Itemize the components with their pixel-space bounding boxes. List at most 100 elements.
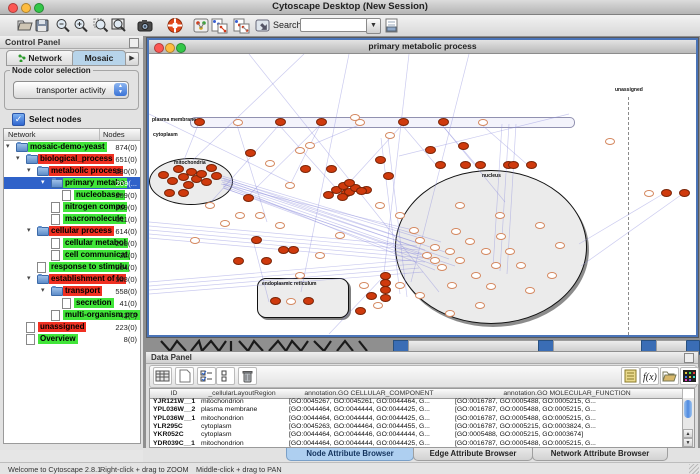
resize-grip[interactable] xyxy=(689,464,699,474)
tree-row[interactable]: macromolecule311(0) xyxy=(4,213,140,225)
network-node[interactable] xyxy=(422,252,432,259)
network-node[interactable] xyxy=(315,252,325,259)
network-node[interactable] xyxy=(285,182,295,189)
network-node[interactable] xyxy=(286,298,296,305)
network-node[interactable] xyxy=(447,282,457,289)
network-node-selected[interactable] xyxy=(201,178,212,186)
network-node[interactable] xyxy=(455,202,465,209)
network-node-selected[interactable] xyxy=(661,189,672,197)
network-node[interactable] xyxy=(486,283,496,290)
network-node[interactable] xyxy=(305,142,315,149)
network-node[interactable] xyxy=(409,227,419,234)
network-node[interactable] xyxy=(233,119,243,126)
network-canvas[interactable]: plasma membrane cytoplasm mitochondria n… xyxy=(149,54,696,335)
tree-row[interactable]: multi-organism pro42(0) xyxy=(4,309,140,321)
tree-row[interactable]: ▾primary metabo209(... xyxy=(4,177,140,189)
network-node-selected[interactable] xyxy=(380,294,391,302)
expand-triangle-icon[interactable]: ▾ xyxy=(6,142,10,150)
unselect-attributes-button[interactable] xyxy=(216,367,235,385)
attribute-table-button[interactable] xyxy=(153,367,172,385)
table-row[interactable]: YPL036W__2plasma membrane[GO:0044464, GO… xyxy=(150,406,682,414)
delete-attribute-button[interactable] xyxy=(238,367,257,385)
network-node[interactable] xyxy=(295,147,305,154)
network-node[interactable] xyxy=(359,282,369,289)
tree-row[interactable]: ▾mosaic-demo-yeast874(0) xyxy=(4,141,140,153)
network-node-selected[interactable] xyxy=(508,161,519,169)
network-node-selected[interactable] xyxy=(288,246,299,254)
network-node[interactable] xyxy=(516,262,526,269)
network-node[interactable] xyxy=(235,212,245,219)
expand-triangle-icon[interactable]: ▾ xyxy=(16,154,20,162)
tree-row[interactable]: unassigned223(0) xyxy=(4,321,140,333)
network-node[interactable] xyxy=(437,264,447,271)
new-attribute-button[interactable] xyxy=(175,367,194,385)
network-node[interactable] xyxy=(205,202,215,209)
network-node[interactable] xyxy=(335,232,345,239)
tree-row[interactable]: ▾establishment of lo558(0) xyxy=(4,273,140,285)
network-node-selected[interactable] xyxy=(300,165,311,173)
network-node[interactable] xyxy=(430,257,440,264)
tree-row[interactable]: Overview8(0) xyxy=(4,333,140,345)
network-node[interactable] xyxy=(471,272,481,279)
network-node-selected[interactable] xyxy=(383,172,394,180)
network-node[interactable] xyxy=(495,212,505,219)
attribute-matrix-button[interactable] xyxy=(680,367,699,385)
network-node-selected[interactable] xyxy=(458,142,469,150)
table-row[interactable]: YPL036W__1mitochondrion[GO:0044464, GO:0… xyxy=(150,415,682,423)
network-node[interactable] xyxy=(465,238,475,245)
network-node[interactable] xyxy=(455,257,465,264)
table-scrollbar[interactable]: ▲ ▼ xyxy=(682,398,694,447)
tree-row[interactable]: nucleobase-209(0) xyxy=(4,189,140,201)
snapshot-button[interactable] xyxy=(134,16,156,35)
search-dropdown-button[interactable]: ▼ xyxy=(366,18,381,34)
network-node[interactable] xyxy=(644,190,654,197)
network-node[interactable] xyxy=(415,292,425,299)
table-row[interactable]: YLR295Ccytoplasm[GO:0045263, GO:0044464,… xyxy=(150,423,682,431)
scroll-down-button[interactable]: ▼ xyxy=(683,438,693,447)
network-node-selected[interactable] xyxy=(275,118,286,126)
vizmapper-button[interactable] xyxy=(208,16,230,35)
network-node-selected[interactable] xyxy=(380,286,391,294)
tree-row[interactable]: ▾cellular process614(0) xyxy=(4,225,140,237)
expand-triangle-icon[interactable]: ▾ xyxy=(27,166,31,174)
scrollbar-thumb[interactable] xyxy=(684,400,692,418)
network-node[interactable] xyxy=(505,248,515,255)
network-node[interactable] xyxy=(547,272,557,279)
table-row[interactable]: YDR039C__1mitochondrion[GO:0044464, GO:0… xyxy=(150,440,682,448)
float-panel-icon[interactable] xyxy=(129,38,139,48)
network-node-selected[interactable] xyxy=(196,170,207,178)
network-node-selected[interactable] xyxy=(270,297,281,305)
network-node[interactable] xyxy=(445,248,455,255)
network-node[interactable] xyxy=(373,302,383,309)
select-attributes-button[interactable] xyxy=(197,367,216,385)
network-node-selected[interactable] xyxy=(366,292,377,300)
tab-mosaic[interactable]: Mosaic xyxy=(72,50,126,66)
expand-triangle-icon[interactable]: ▾ xyxy=(41,286,45,294)
tree-row[interactable]: ▾metabolic process280(0) xyxy=(4,165,140,177)
network-node[interactable] xyxy=(415,237,425,244)
tab-node-attribute-browser[interactable]: Node Attribute Browser xyxy=(286,448,414,461)
annotation-button[interactable] xyxy=(381,16,403,35)
network-node-selected[interactable] xyxy=(435,161,446,169)
tab-network[interactable]: Network xyxy=(6,50,74,66)
network-node[interactable] xyxy=(190,237,200,244)
network-node[interactable] xyxy=(481,248,491,255)
network-node[interactable] xyxy=(295,272,305,279)
node-color-dropdown[interactable]: transporter activity ▲▼ xyxy=(13,81,129,99)
tab-overflow-button[interactable]: ▶ xyxy=(125,52,139,66)
help-button[interactable] xyxy=(164,16,186,35)
network-node-selected[interactable] xyxy=(344,179,355,187)
network-node-selected[interactable] xyxy=(375,156,386,164)
network-node-selected[interactable] xyxy=(173,165,184,173)
table-row[interactable]: YKR052Ccytoplasm[GO:0044464, GO:0044446,… xyxy=(150,431,682,439)
network-node[interactable] xyxy=(430,244,440,251)
tree-row[interactable]: nitrogen compo209(0) xyxy=(4,201,140,213)
network-node-selected[interactable] xyxy=(526,161,537,169)
network-node[interactable] xyxy=(451,228,461,235)
network-node-selected[interactable] xyxy=(475,161,486,169)
network-node-selected[interactable] xyxy=(355,307,366,315)
network-node-selected[interactable] xyxy=(261,257,272,265)
network-node-selected[interactable] xyxy=(167,177,178,185)
network-node[interactable] xyxy=(525,287,535,294)
network-node-selected[interactable] xyxy=(243,194,254,202)
